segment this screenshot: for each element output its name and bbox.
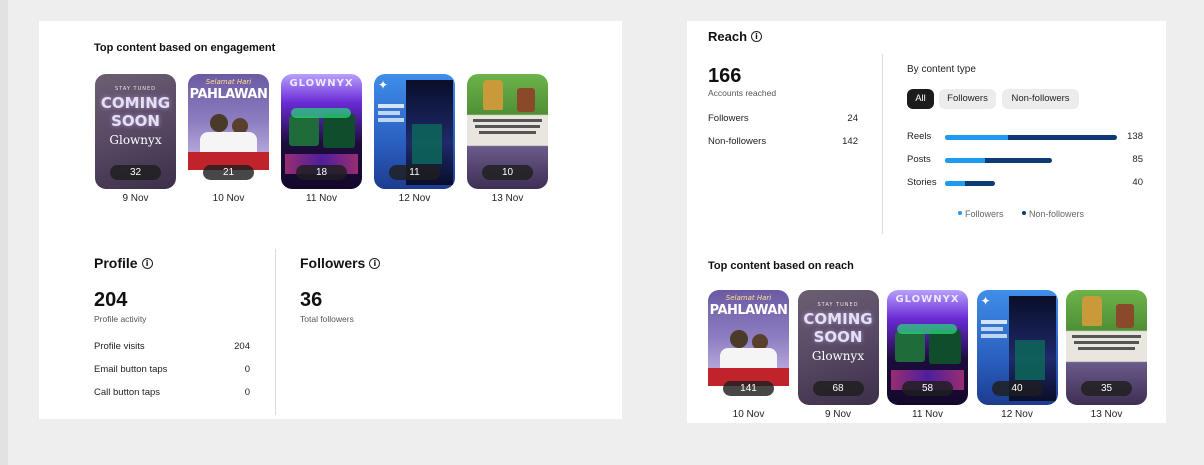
interaction-count: 40 xyxy=(991,381,1043,396)
metric-label: Call button taps xyxy=(94,387,161,398)
reach-post-thumbnail[interactable]: ✦ 40 xyxy=(976,290,1058,405)
followers-bar xyxy=(945,158,986,163)
interaction-count: 35 xyxy=(1081,381,1132,396)
info-icon[interactable]: i xyxy=(751,31,763,42)
divider xyxy=(275,249,276,415)
reach-post-thumbnail[interactable]: Selamat Hari PAHLAWAN 141 xyxy=(708,290,789,405)
info-icon[interactable]: i xyxy=(141,258,153,269)
engagement-title: Top content based on engagement xyxy=(94,42,276,54)
reach-post-thumbnail[interactable]: 35 xyxy=(1066,290,1147,405)
reach-post-date: 10 Nov xyxy=(732,409,765,420)
interaction-count: 68 xyxy=(812,381,864,396)
engagement-post-thumbnail[interactable]: GLOWNYX 18 xyxy=(281,74,362,189)
reach-post-date: 9 Nov xyxy=(824,409,852,420)
content-type-value: 40 xyxy=(1132,177,1143,188)
content-type-value: 85 xyxy=(1132,154,1143,165)
reach-value-label: Accounts reached xyxy=(708,88,777,98)
followers-value: 36 xyxy=(300,289,323,311)
followers-bar xyxy=(945,135,1008,140)
reach-value: 166 xyxy=(708,65,742,87)
profile-value-label: Profile activity xyxy=(94,314,147,324)
engagement-post-date: 12 Nov xyxy=(398,193,431,204)
metric-label: Profile visits xyxy=(94,341,145,352)
followers-title: Followers i xyxy=(300,255,381,271)
interaction-count: 11 xyxy=(389,165,440,180)
filter-chip-non-followers[interactable]: Non-followers xyxy=(1002,89,1079,109)
engagement-post-date: 10 Nov xyxy=(212,193,245,204)
engagement-post-thumbnail[interactable]: 10 xyxy=(467,74,548,189)
info-icon[interactable]: i xyxy=(369,258,381,269)
metric-value: 142 xyxy=(842,136,858,147)
interaction-count: 18 xyxy=(296,165,347,180)
profile-title: Profile i xyxy=(94,255,153,271)
filter-chip-followers[interactable]: Followers xyxy=(939,89,996,109)
engagement-post-date: 11 Nov xyxy=(306,193,337,204)
content-type-label: Posts xyxy=(907,154,931,165)
metric-label: Followers xyxy=(708,113,749,124)
interaction-count: 141 xyxy=(723,381,774,396)
interaction-count: 58 xyxy=(902,381,953,396)
engagement-post-date: 9 Nov xyxy=(122,193,149,204)
reach-post-date: 13 Nov xyxy=(1090,409,1123,420)
interaction-count: 21 xyxy=(203,165,254,180)
reach-title: Reach i xyxy=(708,29,763,44)
followers-value-label: Total followers xyxy=(300,314,354,324)
legend-item: Followers xyxy=(958,209,1004,219)
metric-label: Email button taps xyxy=(94,364,168,375)
metric-value: 204 xyxy=(234,341,250,352)
metric-value: 0 xyxy=(244,387,250,398)
filter-chip-all[interactable]: All xyxy=(907,89,934,109)
metric-value: 0 xyxy=(244,364,250,375)
legend-item: Non-followers xyxy=(1022,209,1084,219)
metric-label: Non-followers xyxy=(708,136,767,147)
divider xyxy=(882,54,883,234)
interaction-count: 32 xyxy=(110,165,161,180)
reach-post-date: 12 Nov xyxy=(1001,409,1033,420)
interaction-count: 10 xyxy=(482,165,533,180)
engagement-post-thumbnail[interactable]: ✦ 11 xyxy=(374,74,455,189)
reach-post-thumbnail[interactable]: GLOWNYX 58 xyxy=(887,290,968,405)
followers-bar xyxy=(945,181,966,186)
metric-value: 24 xyxy=(847,113,858,124)
content-type-label: Reels xyxy=(907,131,932,142)
engagement-post-thumbnail[interactable]: STAY TUNED COMING SOON Glownyx 32 xyxy=(95,74,176,189)
window-edge xyxy=(0,0,8,465)
profile-value: 204 xyxy=(94,289,128,311)
reach-post-thumbnail[interactable]: STAY TUNED COMING SOON Glownyx 68 xyxy=(797,290,879,405)
content-type-value: 138 xyxy=(1127,131,1143,142)
engagement-panel: Top content based on engagement STAY TUN… xyxy=(39,21,622,419)
reach-top-title: Top content based on reach xyxy=(708,260,854,272)
content-type-label: Stories xyxy=(907,177,937,188)
by-type-title: By content type xyxy=(907,64,976,75)
reach-panel: Reach i 166 Accounts reached Followers 24 N… xyxy=(687,21,1166,423)
engagement-post-thumbnail[interactable]: Selamat Hari PAHLAWAN 21 xyxy=(188,74,269,189)
reach-post-date: 11 Nov xyxy=(912,409,943,420)
engagement-post-date: 13 Nov xyxy=(491,193,524,204)
